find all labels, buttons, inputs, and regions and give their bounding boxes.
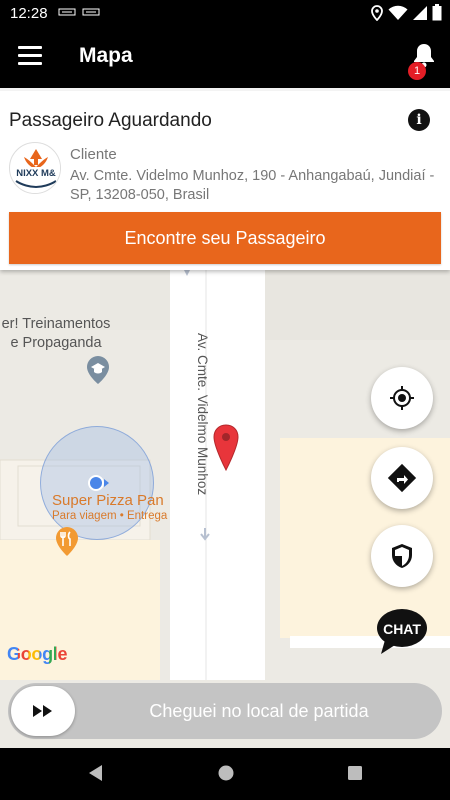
recents-icon[interactable] [346, 763, 364, 783]
restaurant-icon[interactable] [55, 527, 79, 557]
my-location-icon [390, 386, 414, 410]
current-location-icon [88, 475, 109, 491]
poi-pizza-name: Super Pizza Pan [52, 492, 164, 509]
google-attribution: Google [7, 644, 68, 664]
passenger-role: Cliente [70, 146, 117, 163]
company-logo: NIXX M& [11, 144, 60, 193]
logo-text: NIXX M& [16, 168, 56, 179]
menu-icon[interactable] [18, 46, 42, 68]
passenger-card: Passageiro Aguardando i NIXX M& Cliente … [0, 88, 450, 270]
slider-handle[interactable] [11, 686, 75, 736]
info-icon[interactable]: i [408, 109, 430, 131]
destination-pin-icon[interactable] [212, 424, 240, 472]
status-bar: 12:28 [0, 0, 450, 26]
pickup-address: Av. Cmte. Videlmo Munhoz, 190 - Anhangab… [70, 168, 435, 203]
directions-icon [387, 463, 417, 493]
chat-button-label[interactable]: CHAT [375, 621, 429, 637]
location-icon [371, 4, 383, 21]
fast-forward-icon [33, 705, 52, 717]
battery-icon [432, 4, 442, 21]
slider-label: Cheguei no local de partida [149, 701, 369, 721]
page-title: Mapa [79, 44, 133, 67]
street-label: Av. Cmte. Videlmo Munhoz [195, 333, 210, 496]
card-heading: Passageiro Aguardando [9, 110, 212, 131]
my-location-button[interactable] [371, 367, 433, 429]
app-bar: Mapa 1 [0, 26, 450, 88]
avatar: NIXX M& [9, 142, 61, 194]
safety-button[interactable] [371, 525, 433, 587]
poi-pizza-sub: Para viagem • Entrega [52, 510, 168, 522]
shield-icon [392, 544, 412, 568]
find-passenger-button[interactable]: Encontre seu Passageiro [9, 212, 441, 264]
directions-button[interactable] [371, 447, 433, 509]
app-notification-icon [82, 8, 100, 16]
graduation-cap-icon[interactable] [86, 356, 110, 384]
system-nav-bar [0, 748, 450, 800]
arrived-slider[interactable]: Cheguei no local de partida [8, 683, 442, 739]
home-icon[interactable] [217, 763, 235, 783]
status-time: 12:28 [10, 5, 48, 22]
signal-icon [413, 5, 427, 20]
notification-badge: 1 [408, 62, 426, 80]
poi-label-training: er! Treinamentos e Propaganda [1, 316, 111, 351]
wifi-icon [388, 5, 408, 20]
app-notification-icon [58, 8, 76, 16]
back-icon[interactable] [86, 763, 104, 783]
